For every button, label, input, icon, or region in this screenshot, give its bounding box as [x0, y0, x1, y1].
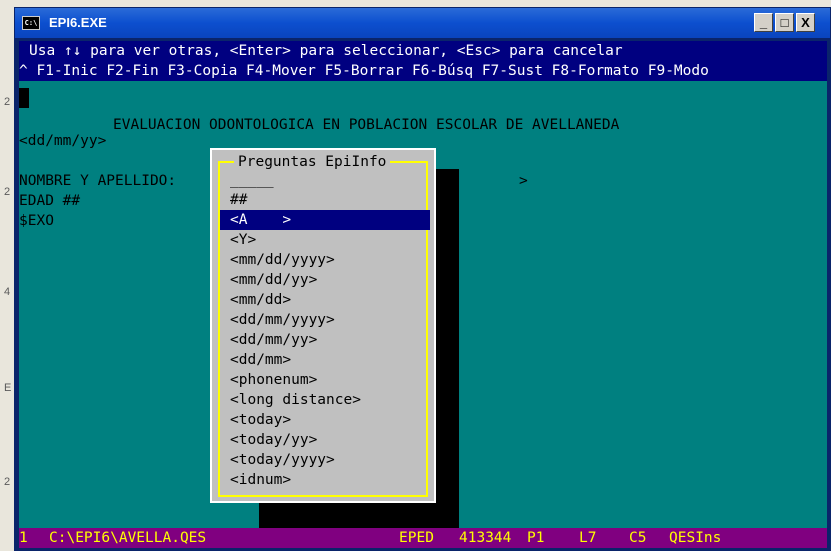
status-page: P1 [527, 530, 545, 546]
console-window: C:\ EPI6.EXE _ □ X Usa ↑↓ para ver otras… [14, 7, 831, 551]
list-item[interactable]: <dd/mm/yy> [220, 330, 430, 350]
list-item[interactable]: <mm/dd/yy> [220, 270, 430, 290]
list-item[interactable]: <dd/mm/yyyy> [220, 310, 430, 330]
list-item[interactable]: <today/yy> [220, 430, 430, 450]
list-item[interactable]: <idnum> [220, 470, 430, 490]
fkey-f6-label: -Búsq [429, 63, 474, 79]
fkey-f1[interactable]: F1 [36, 63, 54, 79]
title-bar[interactable]: C:\ EPI6.EXE _ □ X [15, 8, 830, 38]
fkey-f9-label: -Modo [665, 63, 709, 79]
fkey-f5[interactable]: F5 [324, 63, 343, 79]
fkey-f5-label: -Borrar [342, 63, 404, 79]
list-item[interactable]: _____ [220, 170, 430, 190]
fkey-f1-label: -Inic [53, 63, 98, 79]
maximize-button[interactable]: □ [775, 13, 794, 32]
list-item[interactable]: ## [220, 190, 430, 210]
fkey-f4[interactable]: F4 [246, 63, 264, 79]
fkey-f8-label: -Formato [569, 63, 639, 79]
desktop-fragment: E [4, 382, 12, 394]
list-item[interactable]: <phonenum> [220, 370, 430, 390]
list-item[interactable]: <Y> [220, 230, 430, 250]
fkey-f3-label: -Copia [184, 63, 238, 79]
function-key-bar: ^ F1-Inic F2-Fin F3-Copia F4-Mover F5-Bo… [19, 61, 827, 81]
fkey-f8[interactable]: F8 [551, 63, 570, 79]
status-row: L7 [579, 530, 597, 546]
close-button[interactable]: X [796, 13, 815, 32]
fkey-f7[interactable]: F7 [481, 63, 500, 79]
fkey-f4-label: -Mover [263, 63, 316, 79]
text-cursor [19, 88, 29, 108]
nombre-field-end: > [519, 173, 528, 189]
console-area[interactable]: Usa ↑↓ para ver otras, <Enter> para sele… [19, 41, 827, 548]
list-item[interactable]: <dd/mm> [220, 350, 430, 370]
status-line-number: 1 [19, 530, 28, 546]
list-item-selected[interactable]: <A > [220, 210, 430, 230]
status-mode: EPED [399, 530, 434, 546]
fkey-f2-label: -Fin [123, 63, 159, 79]
list-item[interactable]: <mm/dd/yyyy> [220, 250, 430, 270]
fkey-f9[interactable]: F9 [647, 63, 666, 79]
dialog-title: Preguntas EpiInfo [234, 152, 391, 172]
console-app-icon[interactable]: C:\ [22, 16, 40, 30]
fkey-prefix: ^ [19, 63, 28, 79]
fkey-f2[interactable]: F2 [106, 63, 124, 79]
desktop-fragment: 4 [4, 286, 11, 298]
desktop-fragment: 2 [4, 96, 11, 108]
fkey-f7-label: -Sust [499, 63, 543, 79]
list-item[interactable]: <today> [220, 410, 430, 430]
minimize-button[interactable]: _ [754, 13, 773, 32]
list-item[interactable]: <today/yyyy> [220, 450, 430, 470]
status-memory: 413344 [459, 530, 512, 546]
list-item[interactable]: <long distance> [220, 390, 430, 410]
fkey-f6[interactable]: F6 [411, 63, 430, 79]
status-bar: 1 C:\EPI6\AVELLA.QES EPED 413344 P1 L7 C… [19, 528, 827, 548]
list-item[interactable]: <mm/dd> [220, 290, 430, 310]
sexo-label: $EXO [19, 213, 54, 229]
nombre-label: NOMBRE Y APELLIDO: [19, 173, 177, 189]
preguntas-dialog: Preguntas EpiInfo _____ ## <A > <Y> <mm/… [210, 148, 436, 503]
status-file-path: C:\EPI6\AVELLA.QES [49, 530, 207, 546]
status-column: C5 [629, 530, 647, 546]
fkey-f3[interactable]: F3 [167, 63, 185, 79]
help-line: Usa ↑↓ para ver otras, <Enter> para sele… [19, 41, 827, 61]
desktop-fragment: 2 [4, 476, 11, 488]
edad-label: EDAD ## [19, 193, 81, 209]
window-title: EPI6.EXE [49, 15, 107, 30]
desktop-fragment: 2 [4, 186, 11, 198]
status-insert-mode: QESIns [669, 530, 722, 546]
